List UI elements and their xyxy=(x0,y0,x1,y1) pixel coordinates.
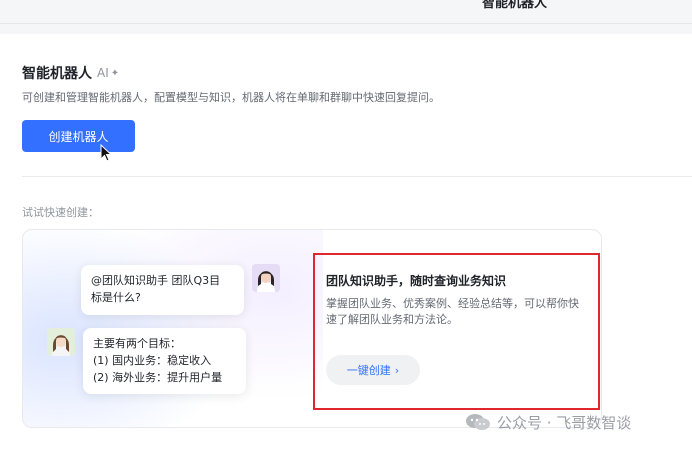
answer-bubble: 主要有两个目标： (1) 国内业务：稳定收入 (2) 海外业务：提升用户量 xyxy=(83,328,246,394)
top-bar-title: 智能机器人 xyxy=(482,0,548,11)
assistant-avatar xyxy=(47,328,75,356)
ai-badge: AI ✦ xyxy=(97,66,119,80)
section-divider xyxy=(22,176,692,177)
page-title-text: 智能机器人 xyxy=(22,66,92,82)
mouse-cursor-icon xyxy=(100,144,113,162)
page-title: 智能机器人 AI ✦ xyxy=(22,63,119,83)
watermark-text: 公众号 · 飞哥数智谈 xyxy=(497,413,632,432)
question-line: @团队知识助手 团队Q3目 xyxy=(91,274,221,287)
user-avatar xyxy=(252,264,280,292)
highlight-box xyxy=(313,253,600,410)
question-bubble: @团队知识助手 团队Q3目 标是什么? xyxy=(81,265,244,315)
sparkle-icon: ✦ xyxy=(110,67,120,79)
question-line: 标是什么? xyxy=(91,291,141,304)
create-bot-button[interactable]: 创建机器人 xyxy=(22,120,135,152)
answer-line: (1) 国内业务：稳定收入 xyxy=(93,354,212,367)
ai-badge-text: AI xyxy=(97,66,109,80)
top-bar: 智能机器人 xyxy=(0,0,692,24)
page-description: 可创建和管理智能机器人，配置模型与知识，机器人将在单聊和群聊中快速回复提问。 xyxy=(22,91,440,104)
quick-create-label: 试试快速创建： xyxy=(22,206,99,219)
answer-line: (2) 海外业务：提升用户量 xyxy=(93,371,223,384)
wechat-logo-icon xyxy=(466,414,490,430)
answer-line: 主要有两个目标： xyxy=(93,337,181,350)
watermark: 公众号 · 飞哥数智谈 xyxy=(465,410,631,434)
